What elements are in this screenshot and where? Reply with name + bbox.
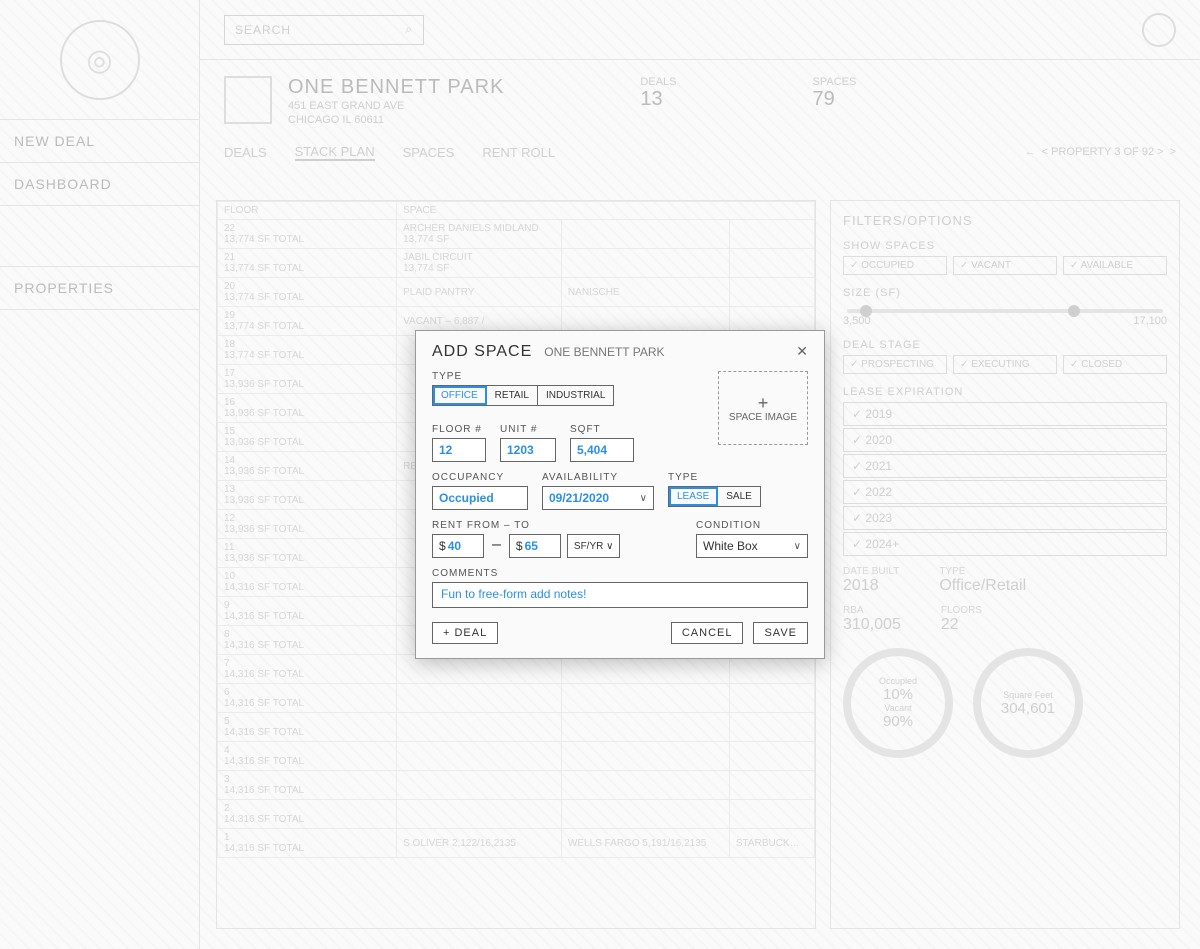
listing-type-segmented[interactable]: Lease Sale bbox=[668, 486, 761, 507]
add-deal-button[interactable]: + Deal bbox=[432, 622, 498, 644]
floor-input[interactable] bbox=[432, 438, 486, 462]
rent-from-input[interactable]: $40 bbox=[432, 534, 484, 558]
rent-label: Rent From – To bbox=[432, 520, 620, 531]
dash-separator: – bbox=[490, 536, 503, 558]
add-space-modal: Add Space One Bennett Park ✕ Type Office… bbox=[415, 330, 825, 659]
sqft-label: SqFt bbox=[570, 424, 634, 435]
condition-select[interactable]: White Box ∨ bbox=[696, 534, 808, 558]
listing-type-sale[interactable]: Sale bbox=[718, 487, 760, 506]
availability-label: Availability bbox=[542, 472, 654, 483]
modal-title: Add Space bbox=[432, 343, 532, 361]
space-image-upload[interactable]: + Space Image bbox=[718, 371, 808, 445]
save-button[interactable]: Save bbox=[753, 622, 808, 644]
type-option-industrial[interactable]: Industrial bbox=[538, 386, 613, 405]
listing-type-lease[interactable]: Lease bbox=[669, 487, 718, 506]
occupancy-label: Occupancy bbox=[432, 472, 528, 483]
floor-label: Floor # bbox=[432, 424, 486, 435]
comments-input[interactable]: Fun to free-form add notes! bbox=[432, 582, 808, 608]
type-option-office[interactable]: Office bbox=[433, 386, 487, 405]
chevron-down-icon: ∨ bbox=[606, 541, 613, 552]
sqft-input[interactable] bbox=[570, 438, 634, 462]
space-type-segmented[interactable]: Office Retail Industrial bbox=[432, 385, 614, 406]
availability-date-input[interactable]: 09/21/2020 ∨ bbox=[542, 486, 654, 510]
unit-label: Unit # bbox=[500, 424, 556, 435]
rent-unit-select[interactable]: SF/Yr ∨ bbox=[567, 534, 621, 558]
chevron-down-icon: ∨ bbox=[640, 493, 647, 504]
rent-to-input[interactable]: $65 bbox=[509, 534, 561, 558]
space-type-label: Type bbox=[432, 371, 702, 382]
close-icon[interactable]: ✕ bbox=[796, 344, 808, 358]
listing-type-label: Type bbox=[668, 472, 761, 483]
comments-label: Comments bbox=[432, 568, 808, 579]
modal-subtitle: One Bennett Park bbox=[544, 345, 664, 359]
unit-input[interactable] bbox=[500, 438, 556, 462]
plus-icon: + bbox=[758, 394, 769, 412]
chevron-down-icon: ∨ bbox=[794, 541, 801, 552]
cancel-button[interactable]: Cancel bbox=[671, 622, 744, 644]
occupancy-select[interactable]: Occupied bbox=[432, 486, 528, 510]
space-image-label: Space Image bbox=[729, 412, 797, 423]
condition-label: Condition bbox=[696, 520, 808, 531]
type-option-retail[interactable]: Retail bbox=[487, 386, 538, 405]
